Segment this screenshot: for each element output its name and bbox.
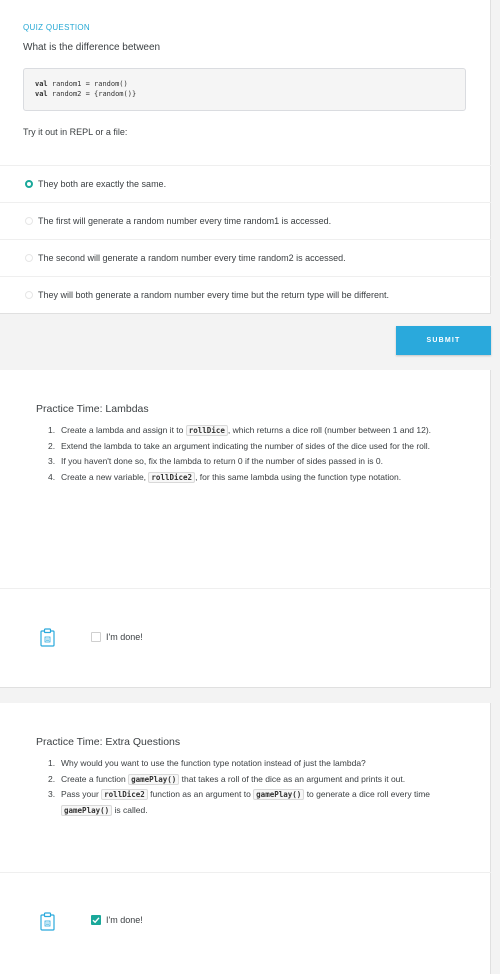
done-checkbox-row[interactable]: I'm done! xyxy=(91,915,143,925)
radio-icon[interactable] xyxy=(25,254,33,262)
divider xyxy=(0,588,491,589)
list-item: 3. Pass your rollDice2 function as an ar… xyxy=(48,789,431,816)
answer-option-1[interactable]: They both are exactly the same. xyxy=(0,165,491,202)
checkbox-checked-icon[interactable] xyxy=(91,915,101,925)
quiz-header: QUIZ QUESTION xyxy=(23,23,91,32)
practice-list: 1. Create a lambda and assign it to roll… xyxy=(36,423,456,485)
inline-code: gamePlay() xyxy=(128,773,180,785)
clipboard-icon xyxy=(40,628,55,647)
practice-title: Practice Time: Lambdas xyxy=(36,403,149,415)
list-item: 1. Why would you want to use the functio… xyxy=(48,758,366,768)
practice-title: Practice Time: Extra Questions xyxy=(36,736,181,748)
radio-icon[interactable] xyxy=(25,217,33,225)
done-label: I'm done! xyxy=(106,915,143,925)
list-item: 4. Create a new variable, rollDice2, for… xyxy=(48,471,402,483)
practice-list: 1. Why would you want to use the functio… xyxy=(36,756,456,818)
submit-button[interactable]: SUBMIT xyxy=(396,326,491,355)
option-label: They will both generate a random number … xyxy=(38,290,390,300)
inline-code: gamePlay() xyxy=(253,789,305,800)
try-it-text: Try it out in REPL or a file: xyxy=(23,127,128,137)
answer-option-2[interactable]: The first will generate a random number … xyxy=(0,202,491,239)
practice-card-extra-questions: Practice Time: Extra Questions 1. Why wo… xyxy=(0,703,491,974)
option-label: They both are exactly the same. xyxy=(38,179,167,189)
divider xyxy=(0,872,491,873)
inline-code: rollDice2 xyxy=(101,789,148,800)
radio-selected-icon[interactable] xyxy=(25,180,33,188)
list-item: 3. If you haven't done so, fix the lambd… xyxy=(48,456,383,466)
code-block: val random1 = random() val random2 = {ra… xyxy=(23,68,466,111)
option-label: The first will generate a random number … xyxy=(38,216,332,226)
radio-icon[interactable] xyxy=(25,291,33,299)
quiz-question: What is the difference between xyxy=(23,42,161,53)
code-line-1: val random1 = random() xyxy=(35,80,128,88)
done-label: I'm done! xyxy=(106,632,143,642)
list-item: 2. Create a function gamePlay() that tak… xyxy=(48,773,406,785)
option-label: The second will generate a random number… xyxy=(38,253,346,263)
code-line-2: val random2 = {random()} xyxy=(35,90,137,98)
list-item: 2. Extend the lambda to take an argument… xyxy=(48,440,431,451)
inline-code: gamePlay() xyxy=(61,804,113,816)
answer-option-4[interactable]: They will both generate a random number … xyxy=(0,276,491,313)
quiz-card: QUIZ QUESTION What is the difference bet… xyxy=(0,0,491,314)
clipboard-icon xyxy=(40,912,55,931)
checkbox-icon[interactable] xyxy=(91,632,101,642)
done-checkbox-row[interactable]: I'm done! xyxy=(91,632,143,642)
inline-code: rollDice xyxy=(185,425,228,436)
inline-code: rollDice2 xyxy=(148,471,196,483)
answer-option-3[interactable]: The second will generate a random number… xyxy=(0,239,491,276)
practice-card-lambdas: Practice Time: Lambdas 1. Create a lambd… xyxy=(0,370,491,688)
list-item: 1. Create a lambda and assign it to roll… xyxy=(48,425,432,436)
